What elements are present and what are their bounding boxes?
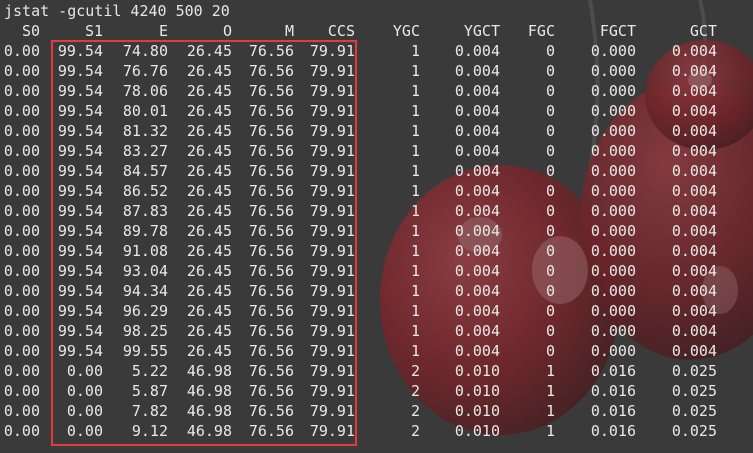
table-cell: 0.000: [590, 262, 636, 280]
table-cell: 0.004: [671, 242, 717, 260]
column-header: S1: [84, 22, 103, 40]
table-cell: 0.016: [590, 402, 636, 420]
table-cell: 0: [545, 202, 555, 220]
table-cell: 1: [410, 342, 420, 360]
table-cell: 0.000: [590, 322, 636, 340]
table-cell: 0: [545, 322, 555, 340]
table-cell: 0.016: [590, 382, 636, 400]
table-cell: 0.025: [671, 422, 717, 440]
terminal-window[interactable]: jstat -gcutil 4240 500 20 S0 S1 E O M CCS YGC Y…: [0, 0, 753, 453]
highlight-box: [51, 40, 357, 446]
table-cell: 1: [410, 262, 420, 280]
column-header: YGC: [392, 22, 420, 40]
table-cell: 0.000: [590, 162, 636, 180]
table-cell: 1: [410, 222, 420, 240]
table-cell: 1: [410, 142, 420, 160]
table-cell: 2: [410, 422, 420, 440]
table-cell: 0: [545, 162, 555, 180]
table-cell: 1: [545, 362, 555, 380]
table-cell: 0.004: [671, 62, 717, 80]
table-cell: 1: [410, 62, 420, 80]
table-cell: 0.004: [671, 82, 717, 100]
table-cell: 0.004: [671, 202, 717, 220]
table-cell: 0.000: [590, 102, 636, 120]
table-header-row: S0 S1 E O M CCS YGC YGCT FGC FGCT GCT: [0, 21, 753, 41]
table-cell: 1: [410, 162, 420, 180]
table-cell: 0.025: [671, 402, 717, 420]
table-cell: 1: [410, 242, 420, 260]
table-cell: 0: [545, 42, 555, 60]
table-cell: 0: [545, 122, 555, 140]
table-cell: 0.000: [590, 242, 636, 260]
table-cell: 0.000: [590, 62, 636, 80]
table-cell: 1: [545, 402, 555, 420]
table-cell: 0.000: [590, 282, 636, 300]
table-cell: 0.025: [671, 362, 717, 380]
table-cell: 0.000: [590, 82, 636, 100]
table-cell: 0: [545, 182, 555, 200]
table-cell: 1: [410, 122, 420, 140]
table-cell: 0: [545, 242, 555, 260]
table-cell: 1: [410, 302, 420, 320]
table-cell: 0: [545, 102, 555, 120]
table-cell: 1: [410, 82, 420, 100]
table-cell: 0.004: [671, 262, 717, 280]
table-cell: 0.000: [590, 142, 636, 160]
table-cell: 2: [410, 382, 420, 400]
table-cell: 0.016: [590, 422, 636, 440]
table-cell: 1: [545, 422, 555, 440]
table-cell: 0.000: [590, 222, 636, 240]
table-cell: 0.004: [671, 222, 717, 240]
table-cell: 0.000: [590, 302, 636, 320]
table-cell: 0: [545, 142, 555, 160]
table-cell: 0.025: [671, 382, 717, 400]
table-cell: 0.000: [590, 42, 636, 60]
table-cell: 0: [545, 62, 555, 80]
table-cell: 0.004: [671, 102, 717, 120]
table-cell: 0: [545, 262, 555, 280]
column-header: GCT: [689, 22, 717, 40]
table-cell: 1: [410, 282, 420, 300]
table-cell: 1: [545, 382, 555, 400]
table-cell: 1: [410, 42, 420, 60]
table-cell: 1: [410, 182, 420, 200]
table-cell: 0.004: [671, 122, 717, 140]
column-header: CCS: [327, 22, 355, 40]
table-cell: 0: [545, 82, 555, 100]
table-cell: 2: [410, 362, 420, 380]
table-cell: 0.004: [671, 322, 717, 340]
command-line: jstat -gcutil 4240 500 20: [4, 2, 230, 20]
table-cell: 0.004: [671, 282, 717, 300]
table-cell: 0.000: [590, 202, 636, 220]
table-cell: 0.004: [671, 142, 717, 160]
table-cell: 0.004: [671, 342, 717, 360]
table-cell: 0.004: [671, 162, 717, 180]
column-header: FGC: [527, 22, 555, 40]
column-header: E: [158, 22, 168, 40]
table-cell: 2: [410, 402, 420, 420]
table-cell: 0.004: [671, 182, 717, 200]
table-cell: 1: [410, 202, 420, 220]
table-cell: 0.000: [590, 342, 636, 360]
column-header: FGCT: [599, 22, 636, 40]
table-cell: 1: [410, 322, 420, 340]
table-cell: 0: [545, 342, 555, 360]
table-cell: 0: [545, 302, 555, 320]
table-cell: 0: [545, 222, 555, 240]
table-cell: 0.000: [590, 182, 636, 200]
table-cell: 0.016: [590, 362, 636, 380]
table-cell: 0.004: [671, 302, 717, 320]
table-cell: 0: [545, 282, 555, 300]
table-cell: 1: [410, 102, 420, 120]
table-cell: 0.000: [590, 122, 636, 140]
table-cell: 0.004: [671, 42, 717, 60]
